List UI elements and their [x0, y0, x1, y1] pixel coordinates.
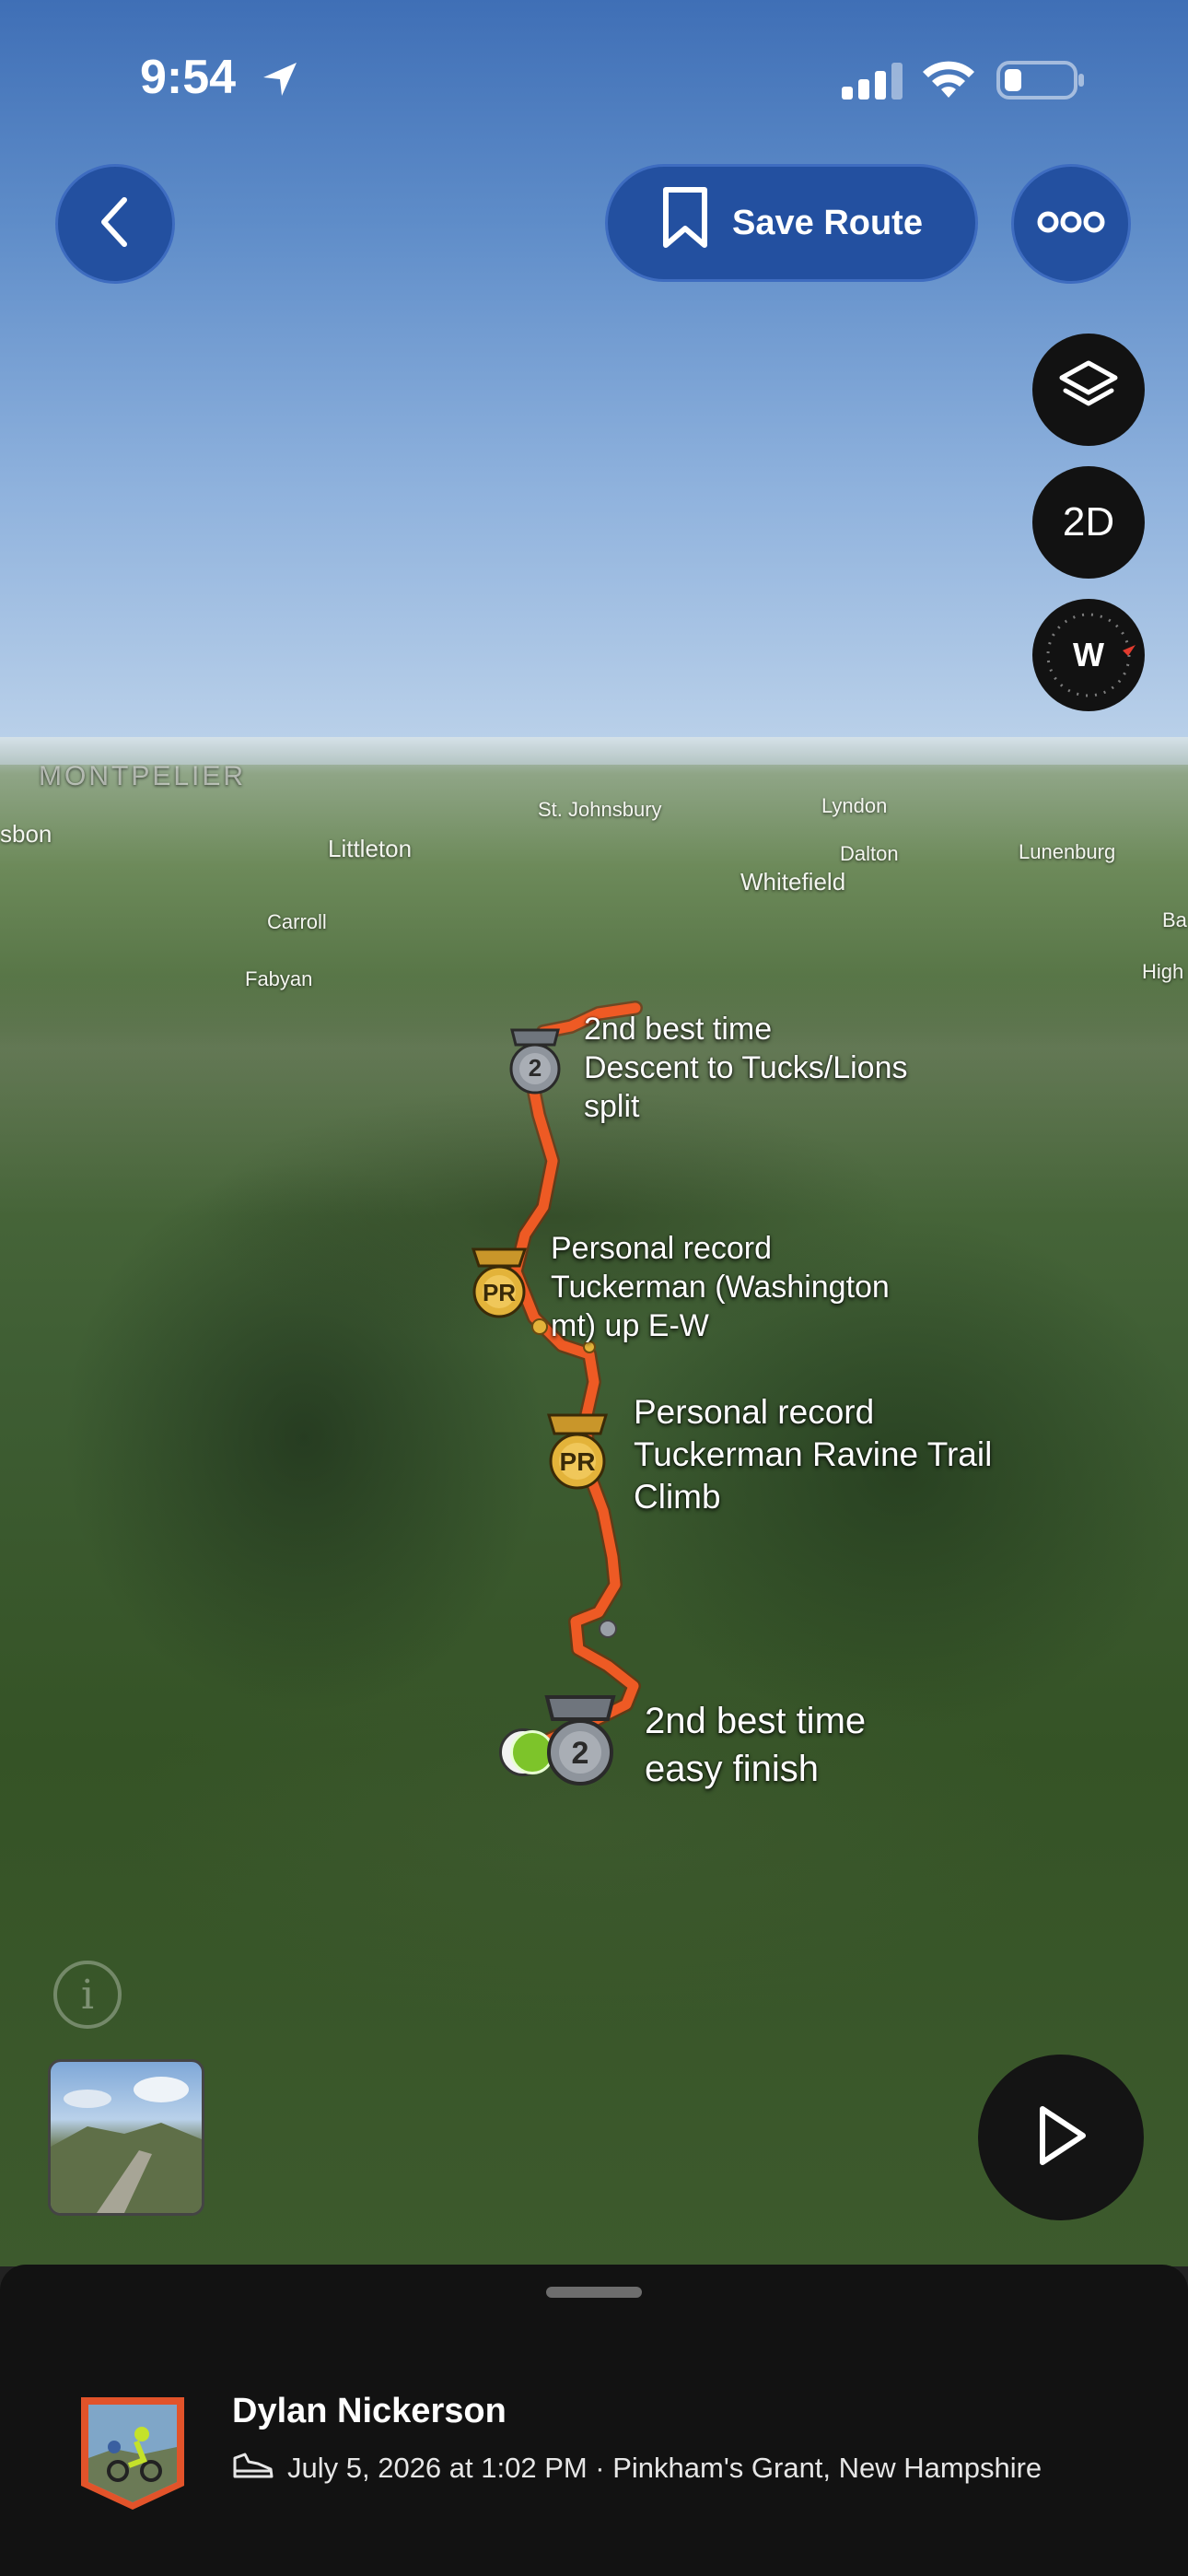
- play-flyover-button[interactable]: [978, 2055, 1144, 2220]
- silver-medal-icon[interactable]: 2: [503, 1028, 567, 1096]
- medal-badge-text: 2: [571, 1736, 589, 1771]
- athlete-avatar[interactable]: [77, 2394, 188, 2512]
- achievement-line: Tuckerman (Washington: [551, 1270, 890, 1305]
- activity-meta: July 5, 2026 at 1:02 PM · Pinkham's Gran…: [232, 2449, 1042, 2488]
- achievement-line: split: [584, 1089, 640, 1124]
- silver-medal-icon[interactable]: 2: [538, 1695, 623, 1787]
- activity-date-location: July 5, 2026 at 1:02 PM · Pinkham's Gran…: [287, 2452, 1042, 2484]
- achievement-line: Climb: [634, 1478, 721, 1516]
- achievement-line: Personal record: [551, 1231, 773, 1266]
- pr-medal-icon[interactable]: PR: [466, 1247, 532, 1319]
- shoe-icon: [232, 2449, 274, 2488]
- achievement-line: Descent to Tucks/Lions: [584, 1050, 908, 1085]
- medal-badge-text: PR: [482, 1279, 517, 1306]
- mountain-photo-icon: [51, 2077, 202, 2213]
- achievement-line: 2nd best time: [645, 1701, 867, 1741]
- medal-badge-text: 2: [528, 1054, 542, 1082]
- achievement-line: Tuckerman Ravine Trail: [634, 1435, 993, 1473]
- achievement-label: Personal record Tuckerman Ravine Trail C…: [634, 1391, 992, 1518]
- achievement-line: 2nd best time: [584, 1012, 773, 1047]
- route-path: [508, 1001, 643, 1758]
- achievement-label: Personal record Tuckerman (Washington mt…: [551, 1229, 890, 1345]
- achievement-line: Personal record: [634, 1393, 875, 1431]
- achievement-label: 2nd best time easy finish: [645, 1697, 866, 1793]
- photo-thumbnail[interactable]: [48, 2059, 204, 2216]
- sheet-grabber[interactable]: [546, 2287, 642, 2298]
- activity-sheet[interactable]: Dylan Nickerson July 5, 2026 at 1:02 PM …: [0, 2265, 1188, 2576]
- achievement-label: 2nd best time Descent to Tucks/Lions spl…: [584, 1010, 908, 1126]
- pr-medal-icon[interactable]: PR: [542, 1413, 613, 1491]
- athlete-name[interactable]: Dylan Nickerson: [232, 2392, 507, 2431]
- info-icon: i: [80, 1971, 95, 2019]
- achievement-line: mt) up E-W: [551, 1308, 709, 1343]
- achievement-line: easy finish: [645, 1749, 819, 1789]
- map-info-button[interactable]: i: [53, 1961, 122, 2029]
- medal-badge-text: PR: [559, 1447, 596, 1476]
- play-icon: [1033, 2103, 1089, 2172]
